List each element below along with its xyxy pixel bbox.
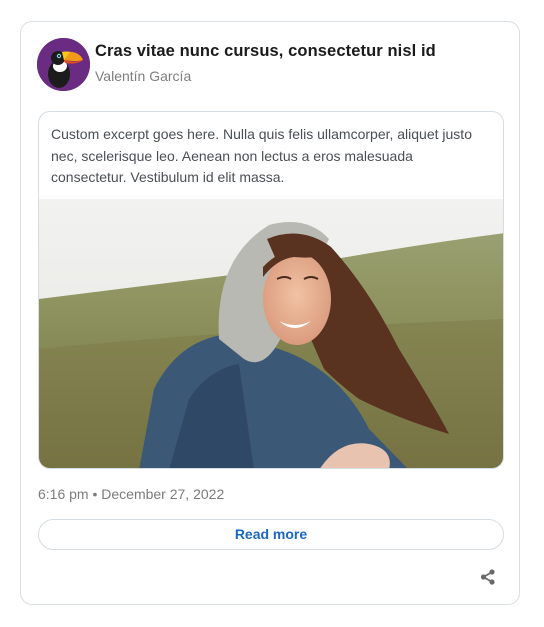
post-header: Cras vitae nunc cursus, consectetur nisl… (37, 38, 503, 92)
share-icon[interactable] (479, 568, 497, 586)
post-title[interactable]: Cras vitae nunc cursus, consectetur nisl… (95, 42, 436, 61)
post-embed[interactable]: Custom excerpt goes here. Nulla quis fel… (38, 111, 504, 469)
toucan-avatar-icon[interactable] (37, 38, 90, 91)
post-timestamp[interactable]: 6:16 pm • December 27, 2022 (38, 486, 224, 502)
post-image (39, 199, 503, 468)
post-card: Cras vitae nunc cursus, consectetur nisl… (20, 21, 520, 605)
post-excerpt: Custom excerpt goes here. Nulla quis fel… (51, 126, 472, 185)
read-more-button[interactable]: Read more (38, 519, 504, 550)
post-author[interactable]: Valentín García (95, 68, 191, 84)
